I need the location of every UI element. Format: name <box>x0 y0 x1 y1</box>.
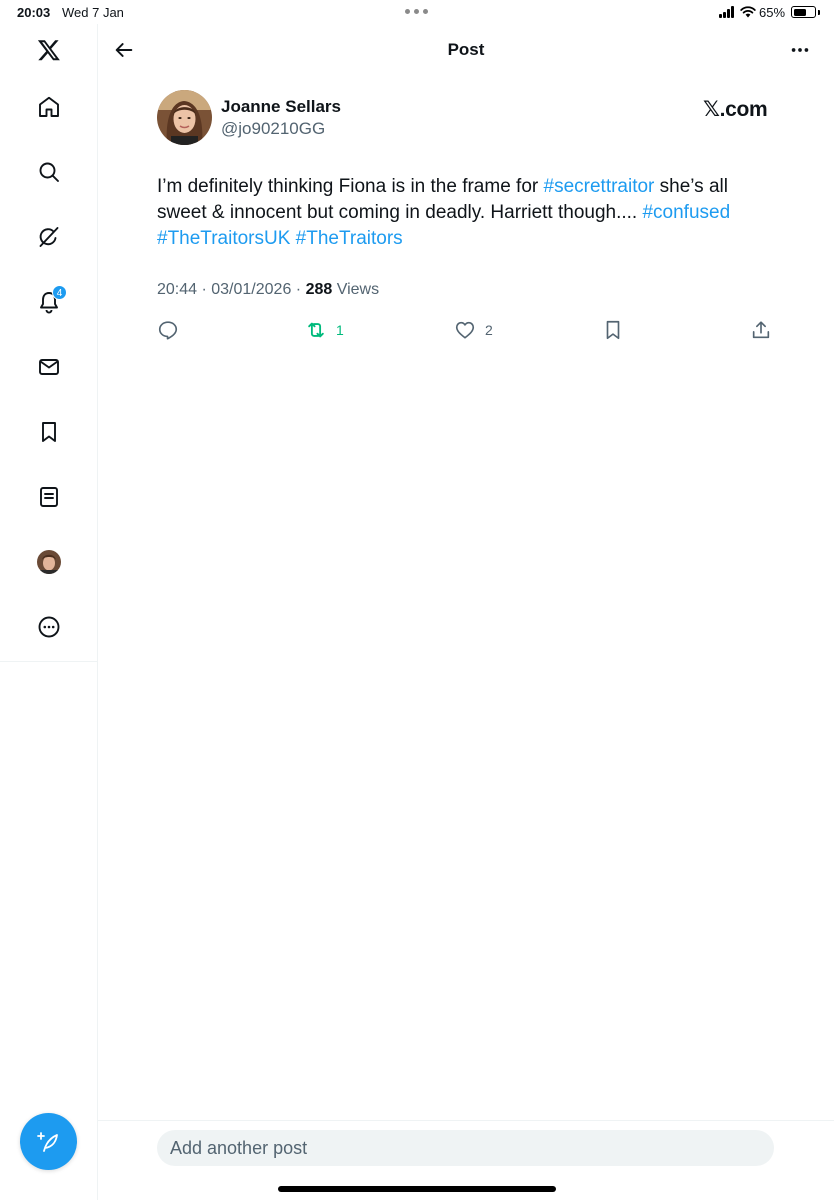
envelope-icon <box>39 359 59 375</box>
status-bar: 20:03 Wed 7 Jan 65% <box>0 0 834 24</box>
views-label: Views <box>332 281 380 298</box>
reply-divider <box>98 1120 834 1121</box>
battery-level <box>793 8 806 16</box>
reply-button[interactable] <box>157 318 179 342</box>
page-title: Post <box>447 40 485 59</box>
x-logo-icon[interactable] <box>30 31 68 69</box>
wifi-icon <box>740 6 756 18</box>
grok-icon <box>39 227 59 247</box>
sidebar-divider <box>0 661 97 662</box>
battery-percent: 65% <box>759 5 786 20</box>
search-icon <box>39 162 59 182</box>
reply-input[interactable] <box>157 1130 774 1166</box>
share-icon <box>752 321 770 339</box>
post-header: Post <box>98 24 834 76</box>
bookmark-icon <box>606 320 620 340</box>
retweet-count: 1 <box>336 322 344 338</box>
sidebar: 4 <box>0 24 98 1200</box>
author-avatar[interactable] <box>157 90 212 145</box>
notification-badge: 4 <box>52 285 67 300</box>
compose-button[interactable] <box>20 1113 77 1170</box>
status-time: 20:03 <box>17 5 51 20</box>
heart-icon <box>455 321 475 339</box>
more-options-button[interactable] <box>788 38 812 62</box>
like-count: 2 <box>485 322 493 338</box>
share-button[interactable] <box>750 318 772 342</box>
more-circle-icon <box>38 616 60 638</box>
sidebar-item-lists[interactable] <box>30 478 68 516</box>
sidebar-item-grok[interactable] <box>30 218 68 256</box>
battery-cap <box>818 10 820 15</box>
hashtag-link[interactable]: #secrettraitor <box>544 176 655 197</box>
retweet-button[interactable]: 1 <box>305 318 344 342</box>
battery-icon <box>791 6 816 18</box>
list-icon <box>40 487 58 507</box>
more-horizontal-icon <box>791 48 809 52</box>
sidebar-item-notifications[interactable]: 4 <box>30 283 68 321</box>
author-name[interactable]: Joanne Sellars <box>221 97 341 117</box>
avatar <box>37 550 61 574</box>
sidebar-item-more[interactable] <box>30 608 68 646</box>
views-count[interactable]: 288 <box>306 281 333 298</box>
post-text: I’m definitely thinking Fiona is in the … <box>157 174 777 252</box>
post-timestamp[interactable]: 20:44 · 03/01/2026 · <box>157 281 306 298</box>
retweet-icon <box>308 322 324 338</box>
hashtag-link[interactable]: #TheTraitors <box>296 228 403 249</box>
sidebar-item-profile[interactable] <box>30 543 68 581</box>
author-handle[interactable]: @jo90210GG <box>221 119 325 139</box>
sidebar-item-search[interactable] <box>30 153 68 191</box>
home-indicator[interactable] <box>278 1186 556 1192</box>
reply-icon <box>158 321 178 340</box>
cellular-signal-icon <box>719 6 737 18</box>
post-actions: 1 2 <box>157 318 777 342</box>
like-button[interactable]: 2 <box>454 318 493 342</box>
sidebar-item-bookmarks[interactable] <box>30 413 68 451</box>
hashtag-link[interactable]: #TheTraitorsUK <box>157 228 290 249</box>
bookmark-button[interactable] <box>602 318 624 342</box>
sidebar-item-home[interactable] <box>30 88 68 126</box>
post-meta: 20:44 · 03/01/2026 · 288 Views <box>157 281 379 299</box>
compose-feather-icon <box>36 1131 58 1152</box>
x-com-logo: 𝕏.com <box>703 98 768 121</box>
post-text-segment: I’m definitely thinking Fiona is in the … <box>157 176 544 197</box>
bookmark-icon <box>42 422 56 442</box>
sidebar-item-messages[interactable] <box>30 348 68 386</box>
status-date: Wed 7 Jan <box>62 5 124 20</box>
home-icon <box>39 96 59 117</box>
multitasking-dots-icon[interactable] <box>405 9 429 15</box>
hashtag-link[interactable]: #confused <box>642 202 730 223</box>
